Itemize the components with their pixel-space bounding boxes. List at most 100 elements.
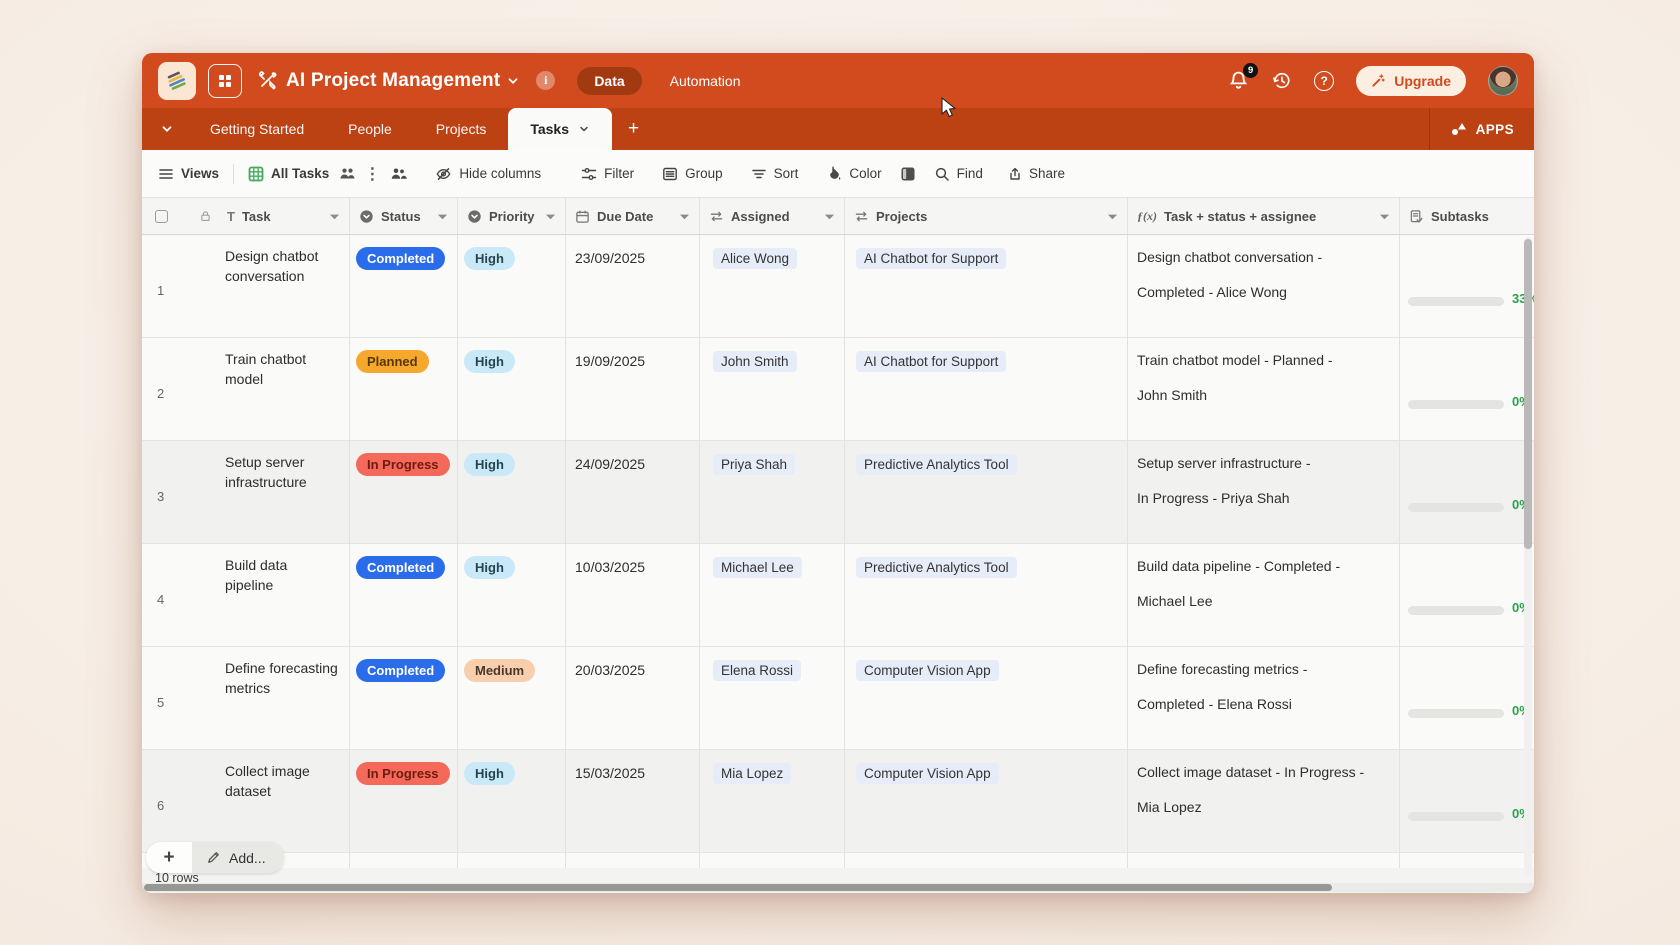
tab-projects[interactable]: Projects <box>414 108 509 150</box>
assigned-chip[interactable]: Alice Wong <box>713 248 797 269</box>
apps-button[interactable]: APPS <box>1429 108 1534 150</box>
due-date[interactable]: 19/09/2025 <box>575 353 645 369</box>
table-row[interactable]: 1 Design chatbot conversation Completed … <box>142 235 1534 338</box>
column-header-priority[interactable]: Priority <box>458 198 566 234</box>
priority-pill[interactable]: Medium <box>464 659 535 682</box>
status-pill[interactable]: Planned <box>356 350 429 373</box>
due-date[interactable]: 15/03/2025 <box>575 765 645 781</box>
stackby-logo[interactable] <box>158 62 196 100</box>
column-caret-icon[interactable] <box>1107 212 1118 221</box>
due-date[interactable]: 24/09/2025 <box>575 456 645 472</box>
sort-button[interactable]: Sort <box>751 166 799 182</box>
history-button[interactable] <box>1271 70 1292 91</box>
vertical-scrollbar[interactable] <box>1524 237 1532 875</box>
view-collaborators-button[interactable] <box>339 166 356 181</box>
assigned-chip[interactable]: Priya Shah <box>713 454 795 475</box>
due-date[interactable]: 10/03/2025 <box>575 559 645 575</box>
select-all-checkbox[interactable] <box>155 210 168 223</box>
hide-columns-button[interactable]: Hide columns <box>435 166 541 182</box>
find-button[interactable]: Find <box>934 166 983 182</box>
column-header-due-date[interactable]: Due Date <box>566 198 700 234</box>
priority-pill[interactable]: High <box>464 350 515 373</box>
current-view-button[interactable]: All Tasks <box>248 166 329 182</box>
priority-pill[interactable]: High <box>464 762 515 785</box>
view-options-button[interactable]: ⋮ <box>364 164 380 184</box>
table-row[interactable]: 3 Setup server infrastructure In Progres… <box>142 441 1534 544</box>
color-button[interactable]: Color <box>826 166 881 182</box>
horizontal-scrollbar-thumb[interactable] <box>144 884 1332 891</box>
project-chip[interactable]: Computer Vision App <box>856 763 999 784</box>
base-title[interactable]: AI Project Management <box>286 70 500 92</box>
table-row[interactable]: 5 Define forecasting metrics Completed M… <box>142 647 1534 750</box>
apps-label: APPS <box>1476 122 1514 137</box>
task-cell-text[interactable]: Setup server infrastructure <box>225 452 338 492</box>
column-caret-icon[interactable] <box>545 212 556 221</box>
priority-pill[interactable]: High <box>464 453 515 476</box>
row-height-button[interactable] <box>900 166 916 182</box>
status-pill[interactable]: In Progress <box>356 453 450 476</box>
column-caret-icon[interactable] <box>824 212 835 221</box>
column-caret-icon[interactable] <box>329 212 340 221</box>
table-row[interactable]: 6 Collect image dataset In Progress High… <box>142 750 1534 853</box>
notifications-button[interactable]: 9 <box>1228 70 1249 91</box>
column-header-projects[interactable]: Projects <box>845 198 1128 234</box>
info-icon[interactable]: i <box>536 71 555 90</box>
views-button[interactable]: Views <box>158 166 219 182</box>
collapse-chevron-icon[interactable] <box>154 108 180 150</box>
table-row[interactable]: 4 Build data pipeline Completed High 10/… <box>142 544 1534 647</box>
tab-people[interactable]: People <box>326 108 414 150</box>
project-chip[interactable]: Predictive Analytics Tool <box>856 557 1017 578</box>
due-date[interactable]: 20/03/2025 <box>575 662 645 678</box>
task-cell-text[interactable]: Collect image dataset <box>225 761 338 801</box>
add-row-label-segment[interactable]: Add... <box>192 842 284 873</box>
upgrade-button[interactable]: Upgrade <box>1356 66 1466 96</box>
filter-button[interactable]: Filter <box>581 166 634 182</box>
user-avatar[interactable] <box>1488 66 1518 96</box>
add-row-button[interactable]: + Add... <box>146 842 284 873</box>
task-cell-text[interactable]: Define forecasting metrics <box>225 658 338 698</box>
hamburger-icon <box>158 166 174 182</box>
due-date[interactable]: 23/09/2025 <box>575 250 645 266</box>
priority-pill[interactable]: High <box>464 556 515 579</box>
assigned-chip[interactable]: Elena Rossi <box>713 660 801 681</box>
project-chip[interactable]: AI Chatbot for Support <box>856 351 1006 372</box>
title-chevron-down-icon[interactable] <box>506 74 520 88</box>
tab-tasks[interactable]: Tasks <box>508 108 612 150</box>
workspace-grid-button[interactable] <box>208 64 242 98</box>
automation-mode-tab[interactable]: Automation <box>670 73 741 89</box>
column-header-status[interactable]: Status <box>350 198 458 234</box>
column-caret-icon[interactable] <box>679 212 690 221</box>
horizontal-scrollbar[interactable] <box>142 883 1534 892</box>
column-caret-icon[interactable] <box>1379 212 1390 221</box>
data-mode-tab[interactable]: Data <box>577 67 641 95</box>
column-header-task[interactable]: T Task <box>142 198 350 234</box>
subtask-progress-bar <box>1408 400 1504 409</box>
task-cell-text[interactable]: Build data pipeline <box>225 555 338 595</box>
column-header-subtasks[interactable]: Subtasks <box>1400 198 1534 234</box>
column-header-assigned[interactable]: Assigned <box>700 198 845 234</box>
status-pill[interactable]: Completed <box>356 556 445 579</box>
group-button[interactable]: Group <box>662 166 723 182</box>
share-button[interactable]: Share <box>1005 166 1065 182</box>
table-row[interactable]: 2 Train chatbot model Planned High 19/09… <box>142 338 1534 441</box>
project-chip[interactable]: Computer Vision App <box>856 660 999 681</box>
priority-pill[interactable]: High <box>464 247 515 270</box>
share-view-users-button[interactable] <box>390 166 407 181</box>
tab-getting-started[interactable]: Getting Started <box>188 108 326 150</box>
plus-icon[interactable]: + <box>146 842 192 873</box>
status-pill[interactable]: Completed <box>356 247 445 270</box>
vertical-scrollbar-thumb[interactable] <box>1524 239 1532 549</box>
help-button[interactable]: ? <box>1314 71 1334 91</box>
assigned-chip[interactable]: Michael Lee <box>713 557 802 578</box>
status-pill[interactable]: Completed <box>356 659 445 682</box>
project-chip[interactable]: AI Chatbot for Support <box>856 248 1006 269</box>
assigned-chip[interactable]: John Smith <box>713 351 797 372</box>
column-caret-icon[interactable] <box>437 212 448 221</box>
add-sheet-button[interactable]: + <box>612 108 655 150</box>
column-header-formula[interactable]: ƒ(x) Task + status + assignee <box>1128 198 1400 234</box>
task-cell-text[interactable]: Train chatbot model <box>225 349 338 389</box>
project-chip[interactable]: Predictive Analytics Tool <box>856 454 1017 475</box>
task-cell-text[interactable]: Design chatbot conversation <box>225 246 338 286</box>
status-pill[interactable]: In Progress <box>356 762 450 785</box>
assigned-chip[interactable]: Mia Lopez <box>713 763 791 784</box>
